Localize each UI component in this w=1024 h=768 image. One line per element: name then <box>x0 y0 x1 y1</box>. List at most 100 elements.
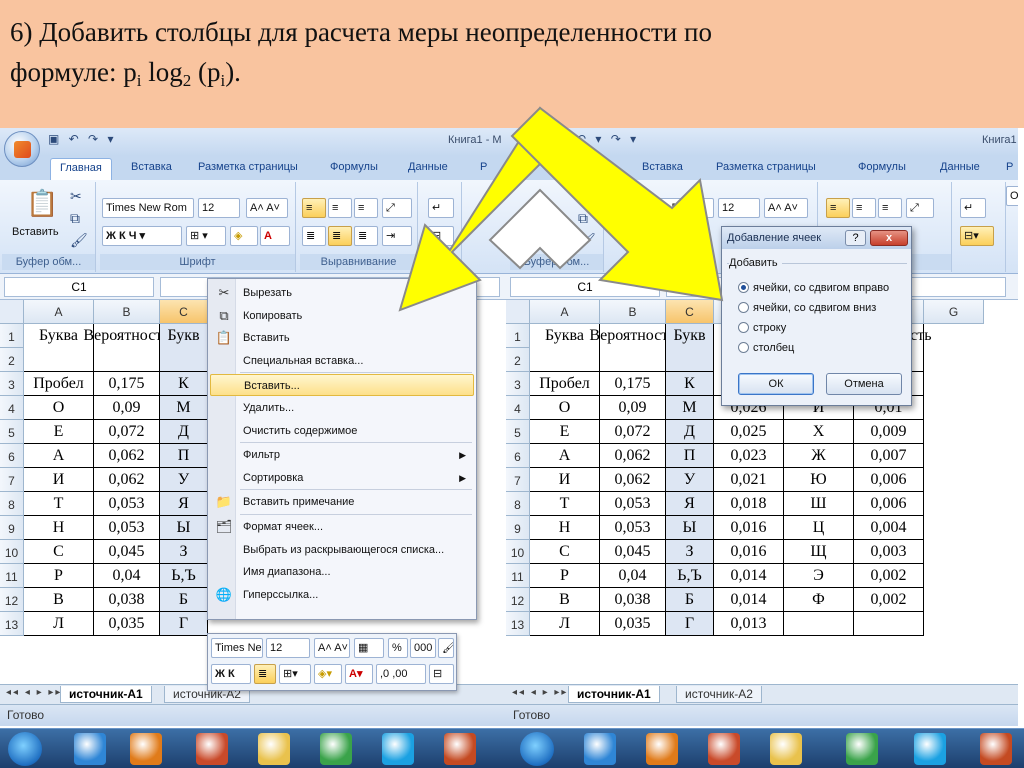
menu-item[interactable]: 📋 Вставить <box>210 327 474 349</box>
help-button[interactable]: ? <box>845 230 866 246</box>
tab-review[interactable]: Р <box>480 161 487 173</box>
table-cell[interactable]: 0,053 <box>94 492 160 516</box>
table-cell[interactable]: 0,072 <box>94 420 160 444</box>
table-cell[interactable]: 0,006 <box>854 468 924 492</box>
row-header[interactable]: 5 <box>0 420 24 444</box>
table-cell[interactable]: Б <box>666 588 714 612</box>
table-cell[interactable]: О <box>24 396 94 420</box>
align-top-icon[interactable]: ≡ <box>302 198 326 218</box>
table-cell[interactable]: В <box>530 588 600 612</box>
table-cell[interactable]: М <box>666 396 714 420</box>
row-header[interactable]: 6 <box>506 444 530 468</box>
column-header[interactable]: G <box>924 300 984 324</box>
bold-italic-underline-buttons[interactable]: Ж К Ч ▾ <box>102 226 182 246</box>
table-cell[interactable]: 0,072 <box>600 420 666 444</box>
table-cell[interactable]: 0,016 <box>714 540 784 564</box>
font-name-box[interactable]: Times New Rom <box>102 198 194 218</box>
menu-item[interactable]: Фильтр ▶ <box>210 444 474 466</box>
media-player-icon-2[interactable] <box>646 733 678 765</box>
table-cell[interactable] <box>854 612 924 636</box>
radio-shift-right[interactable]: ячейки, со сдвигом вправо <box>738 279 889 297</box>
format-painter-icon-right[interactable]: 🖌 <box>578 232 596 249</box>
table-cell[interactable]: 0,062 <box>600 444 666 468</box>
align-left-icon[interactable]: ≣ <box>302 226 326 246</box>
column-header[interactable]: A <box>530 300 600 324</box>
paint-icon-2[interactable] <box>708 733 740 765</box>
powerpoint-icon[interactable] <box>444 733 476 765</box>
ie-icon-2[interactable] <box>584 733 616 765</box>
sheet-tab-a2-right[interactable]: источник-А2 <box>676 686 762 703</box>
row-header[interactable]: 2 <box>0 348 24 372</box>
table-cell[interactable]: Ь,Ъ <box>160 564 208 588</box>
table-cell[interactable]: К <box>160 372 208 396</box>
font-grow-shrink-buttons[interactable]: A˄ A˅ <box>246 198 288 218</box>
ok-button[interactable]: ОК <box>738 373 814 395</box>
orientation-icon-right[interactable]: ⤢ <box>906 198 934 218</box>
font-grow-shrink-right[interactable]: A˄ A˅ <box>764 198 808 218</box>
paint-icon[interactable] <box>196 733 228 765</box>
menu-item[interactable]: ⧉ Копировать <box>210 305 474 327</box>
table-cell[interactable]: Т <box>24 492 94 516</box>
table-cell[interactable]: 0,045 <box>600 540 666 564</box>
menu-item[interactable]: 🌐 Гиперссылка... <box>210 584 474 606</box>
align-middle-icon[interactable]: ≡ <box>328 198 352 218</box>
mini-font-name[interactable]: Times Ne <box>211 638 263 658</box>
indent-icon[interactable]: ⇥ <box>382 226 412 246</box>
table-cell[interactable]: Ы <box>666 516 714 540</box>
radio-shift-down[interactable]: ячейки, со сдвигом вниз <box>738 299 876 317</box>
table-cell[interactable]: И <box>530 468 600 492</box>
tab-data-right[interactable]: Данные <box>940 161 980 173</box>
table-cell[interactable]: П <box>160 444 208 468</box>
copy-icon[interactable]: ⧉ <box>70 210 80 227</box>
align-middle-icon-right[interactable]: ≡ <box>852 198 876 218</box>
sheet-nav-arrows-right[interactable]: ◂◂ ◂ ▸ ▸▸ <box>512 687 568 698</box>
table-cell[interactable] <box>784 612 854 636</box>
powerpoint-icon-2[interactable] <box>980 733 1012 765</box>
copy-icon-right[interactable]: ⧉ <box>578 210 588 227</box>
table-cell[interactable]: 0,062 <box>94 468 160 492</box>
row-header[interactable]: 8 <box>506 492 530 516</box>
radio-column[interactable]: столбец <box>738 339 794 357</box>
office-button[interactable] <box>4 131 40 167</box>
menu-item[interactable]: Удалить... <box>210 397 474 419</box>
table-cell[interactable]: 0,003 <box>854 540 924 564</box>
column-header[interactable]: B <box>600 300 666 324</box>
table-cell[interactable]: Я <box>160 492 208 516</box>
menu-item[interactable]: Вставить... <box>210 374 474 397</box>
explorer-icon-2[interactable] <box>770 733 802 765</box>
table-cell[interactable]: 0,053 <box>600 516 666 540</box>
sheet-tab-a1[interactable]: источник-А1 <box>60 686 152 703</box>
table-cell[interactable]: Щ <box>784 540 854 564</box>
table-cell[interactable]: 0,002 <box>854 588 924 612</box>
row-header[interactable]: 6 <box>0 444 24 468</box>
sheet-tab-a1-right[interactable]: источник-А1 <box>568 686 660 703</box>
media-player-icon[interactable] <box>130 733 162 765</box>
table-cell[interactable]: Пробел <box>530 372 600 396</box>
skype-icon-2[interactable] <box>914 733 946 765</box>
menu-item[interactable]: Выбрать из раскрывающегося списка... <box>210 539 474 561</box>
table-cell[interactable]: 0,035 <box>94 612 160 636</box>
row-header[interactable]: 10 <box>0 540 24 564</box>
table-cell[interactable]: Г <box>160 612 208 636</box>
row-header[interactable]: 12 <box>506 588 530 612</box>
table-cell[interactable]: Л <box>530 612 600 636</box>
mini-decimal-icons[interactable]: ,0 ,00 <box>376 664 426 684</box>
menu-item[interactable]: 🗂 Формат ячеек... <box>210 516 474 538</box>
table-cell[interactable]: 0,035 <box>600 612 666 636</box>
qat-buttons[interactable]: ▣ ↶ ↷ ▾ <box>48 132 116 146</box>
table-cell[interactable]: Ш <box>784 492 854 516</box>
table-cell[interactable]: Ь,Ъ <box>666 564 714 588</box>
mini-bold-italic[interactable]: Ж К <box>211 664 251 684</box>
table-cell[interactable]: Р <box>530 564 600 588</box>
table-cell[interactable]: Ф <box>784 588 854 612</box>
orientation-icon[interactable]: ⤢ <box>382 198 412 218</box>
format-painter-icon[interactable]: 🖌 <box>70 232 88 249</box>
row-header[interactable]: 9 <box>0 516 24 540</box>
table-cell[interactable]: Ц <box>784 516 854 540</box>
table-cell[interactable]: 0,175 <box>600 372 666 396</box>
table-cell[interactable]: 0,018 <box>714 492 784 516</box>
chrome-icon-2[interactable] <box>846 733 878 765</box>
table-cell[interactable]: 0,062 <box>600 468 666 492</box>
table-cell[interactable]: Б <box>160 588 208 612</box>
table-cell[interactable]: 0,004 <box>854 516 924 540</box>
